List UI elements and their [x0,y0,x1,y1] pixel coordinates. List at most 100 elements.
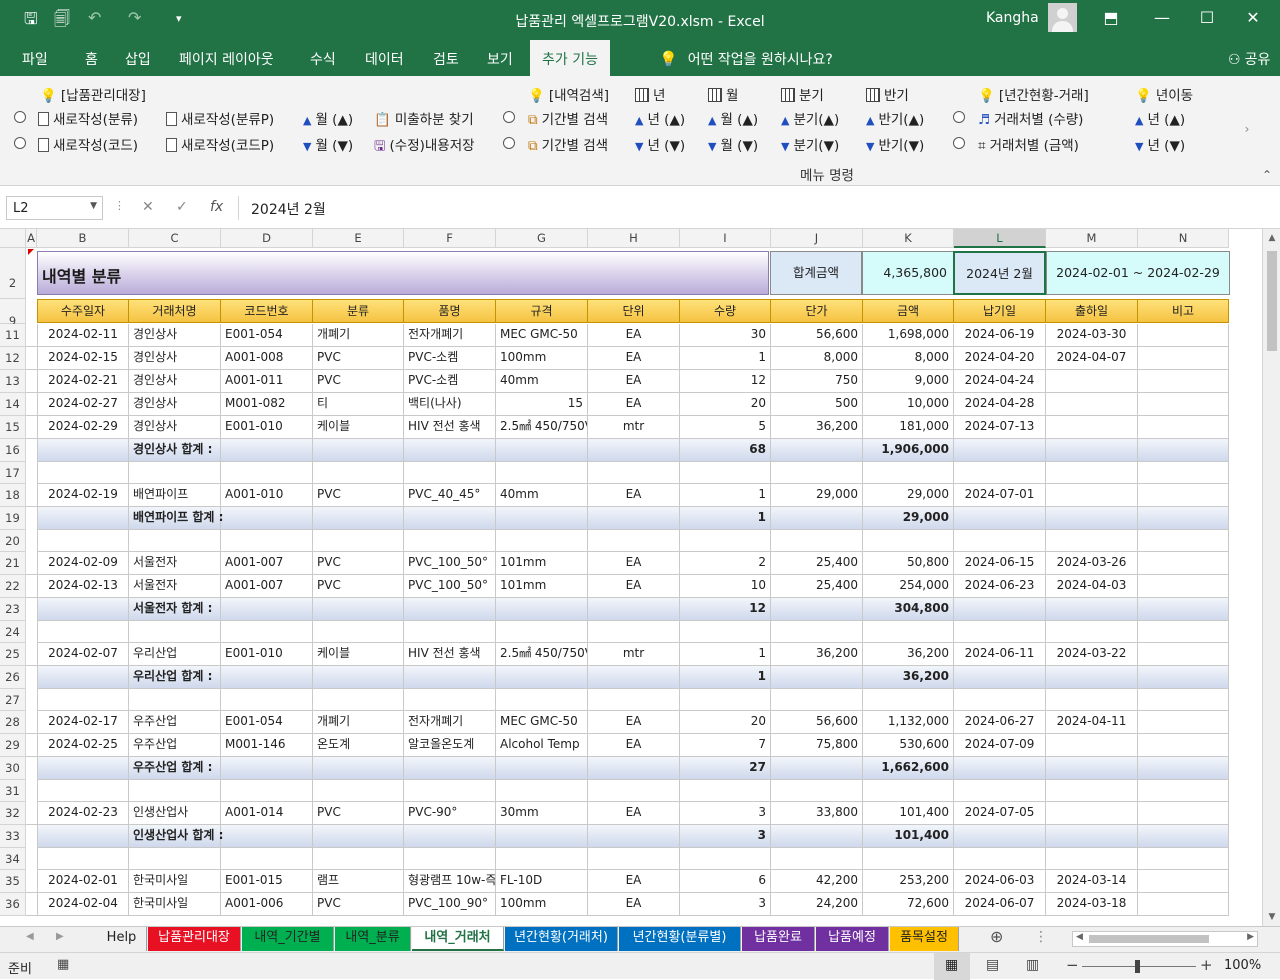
data-cell[interactable] [1046,393,1138,416]
subtotal-cell[interactable]: 29,000 [863,507,954,530]
data-cell[interactable]: PVC_100_90° [404,893,496,916]
data-cell[interactable]: A001-008 [221,347,313,370]
scroll-left-icon[interactable]: ◀ [1076,932,1083,942]
tab-8[interactable]: 추가 기능 [530,40,610,76]
next-sheet-icon[interactable]: ▶ [56,931,64,942]
col-header-N[interactable]: N [1138,229,1229,248]
scroll-up-icon[interactable]: ▲ [1263,233,1280,243]
ribbon-item-14[interactable] [503,136,519,152]
empty-cell[interactable] [496,780,588,802]
subtotal-cell[interactable] [771,507,863,530]
data-cell[interactable]: 50,800 [863,552,954,575]
row-header-13[interactable]: 13 [0,370,26,393]
subtotal-cell[interactable] [588,439,680,462]
data-cell[interactable]: 2024-07-13 [954,416,1046,439]
ribbon-item-11[interactable]: 💡 [내역검색] [528,84,609,104]
empty-cell[interactable] [1138,462,1229,484]
user-name[interactable]: Kangha [986,10,1039,26]
data-cell[interactable]: 5 [680,416,771,439]
data-cell[interactable]: 2024-02-23 [37,802,129,825]
row-header-31[interactable]: 31 [0,780,26,802]
subtotal-cell[interactable] [313,598,404,621]
row-header-22[interactable]: 22 [0,575,26,598]
ribbon-item-10[interactable]: 🖫 (수정)내용저장 [374,134,475,159]
data-cell[interactable]: PVC_100_50° [404,575,496,598]
row-header-28[interactable]: 28 [0,711,26,734]
sheet-tab-3[interactable]: 내역_분류 [335,927,411,951]
data-cell[interactable]: 36,200 [771,416,863,439]
empty-cell[interactable] [404,848,496,870]
data-cell[interactable] [1138,802,1229,825]
data-cell[interactable]: Alcohol Temp [496,734,588,757]
empty-cell[interactable] [37,621,129,643]
data-cell[interactable]: 2024-03-22 [1046,643,1138,666]
empty-cell[interactable] [404,780,496,802]
data-cell[interactable]: EA [588,711,680,734]
data-cell[interactable]: 티 [313,393,404,416]
data-cell[interactable]: EA [588,802,680,825]
data-cell[interactable]: 2024-02-07 [37,643,129,666]
ribbon-item-24[interactable]: ▼ 분기(▼) [781,134,839,154]
subtotal-cell[interactable] [954,439,1046,462]
zoom-slider-handle[interactable] [1135,960,1140,973]
data-cell[interactable]: EA [588,552,680,575]
empty-cell[interactable] [129,462,221,484]
data-cell[interactable]: 2024-04-03 [1046,575,1138,598]
empty-cell[interactable] [1046,848,1138,870]
data-cell[interactable]: 1,698,000 [863,324,954,347]
empty-cell[interactable] [313,780,404,802]
subtotal-cell[interactable] [404,825,496,848]
empty-cell[interactable] [588,530,680,552]
data-cell[interactable]: 전자개폐기 [404,711,496,734]
empty-cell[interactable] [771,530,863,552]
empty-cell[interactable] [954,780,1046,802]
data-cell[interactable]: mtr [588,643,680,666]
sheet-tab-9[interactable]: 품목설정 [890,927,959,951]
data-cell[interactable] [1046,734,1138,757]
row-header-24[interactable]: 24 [0,621,26,643]
ribbon-item-1[interactable] [14,110,30,126]
empty-cell[interactable] [680,530,771,552]
empty-cell[interactable] [496,530,588,552]
subtotal-cell[interactable]: 우주산업 합계 : [129,757,221,780]
tab-2[interactable]: 삽입 [125,49,151,69]
subtotal-cell[interactable]: 1,662,600 [863,757,954,780]
more-sheets-icon[interactable]: ⋮ [1034,929,1048,945]
minimize-icon[interactable]: — [1147,8,1177,27]
data-cell[interactable]: 7 [680,734,771,757]
data-cell[interactable] [1046,802,1138,825]
data-cell[interactable]: 3 [680,893,771,916]
data-cell[interactable]: EA [588,575,680,598]
data-cell[interactable]: E001-054 [221,711,313,734]
data-cell[interactable]: 25,400 [771,552,863,575]
radio-icon[interactable] [503,110,515,126]
data-cell[interactable]: 알코올온도계 [404,734,496,757]
data-cell[interactable]: 30 [680,324,771,347]
ribbon-item-3[interactable]: 새로작성(분류P) [166,108,274,128]
empty-cell[interactable] [37,848,129,870]
row-header-18[interactable]: 18 [0,484,26,507]
ribbon-item-7[interactable]: 새로작성(코드) [38,134,138,154]
empty-cell[interactable] [129,530,221,552]
data-cell[interactable]: 2024-06-07 [954,893,1046,916]
subtotal-cell[interactable] [221,598,313,621]
row-header-14[interactable]: 14 [0,393,26,416]
data-cell[interactable]: 한국미사일 [129,893,221,916]
data-cell[interactable]: 서울전자 [129,575,221,598]
data-cell[interactable]: 1 [680,347,771,370]
data-cell[interactable]: 8,000 [771,347,863,370]
cell-a[interactable] [26,643,37,666]
data-cell[interactable]: EA [588,347,680,370]
empty-cell[interactable] [1046,621,1138,643]
worksheet-grid[interactable]: 내역별 분류 합계금액 4,365,800 2024년 2월 2024-02-0… [0,229,1262,926]
sheet-tab-7[interactable]: 납품완료 [742,927,815,951]
data-cell[interactable]: EA [588,484,680,507]
data-cell[interactable]: 경인상사 [129,370,221,393]
empty-cell[interactable] [221,689,313,711]
data-cell[interactable]: EA [588,734,680,757]
data-cell[interactable]: 20 [680,393,771,416]
subtotal-cell[interactable] [1046,507,1138,530]
empty-cell[interactable] [221,530,313,552]
data-cell[interactable]: 2024-02-11 [37,324,129,347]
tab-0[interactable]: 파일 [22,49,48,69]
